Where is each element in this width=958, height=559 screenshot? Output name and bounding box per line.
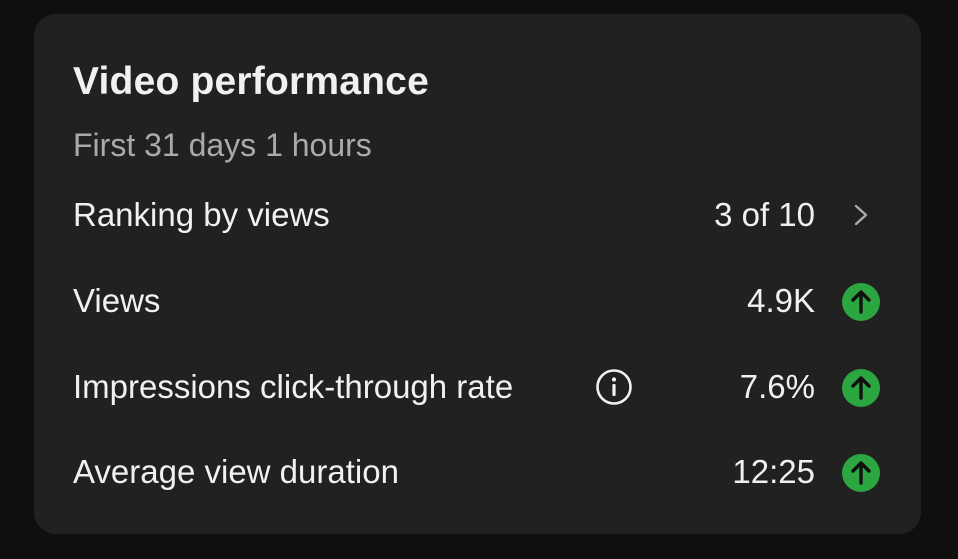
views-row: Views 4.9K [34,271,921,331]
arrow-up-circle-icon [842,369,880,407]
ctr-value: 7.6% [739,368,815,405]
avg-duration-label: Average view duration [73,453,399,490]
avg-duration-row: Average view duration 12:25 [34,442,921,502]
card-subtitle: First 31 days 1 hours [73,127,372,163]
ctr-label: Impressions click-through rate [73,368,514,405]
ranking-value: 3 of 10 [714,196,815,233]
ctr-row: Impressions click-through rate 7.6% [34,357,921,417]
views-label: Views [73,282,161,319]
card-title: Video performance [73,60,429,103]
video-performance-card: Video performance First 31 days 1 hours … [34,14,921,534]
arrow-up-circle-icon [842,454,880,492]
ranking-row[interactable]: Ranking by views 3 of 10 [34,185,921,245]
info-icon[interactable] [595,368,633,406]
views-value: 4.9K [747,282,815,319]
arrow-up-circle-icon [842,283,880,321]
chevron-right-icon[interactable] [850,202,872,228]
avg-duration-value: 12:25 [732,453,815,490]
ranking-label: Ranking by views [73,196,330,233]
